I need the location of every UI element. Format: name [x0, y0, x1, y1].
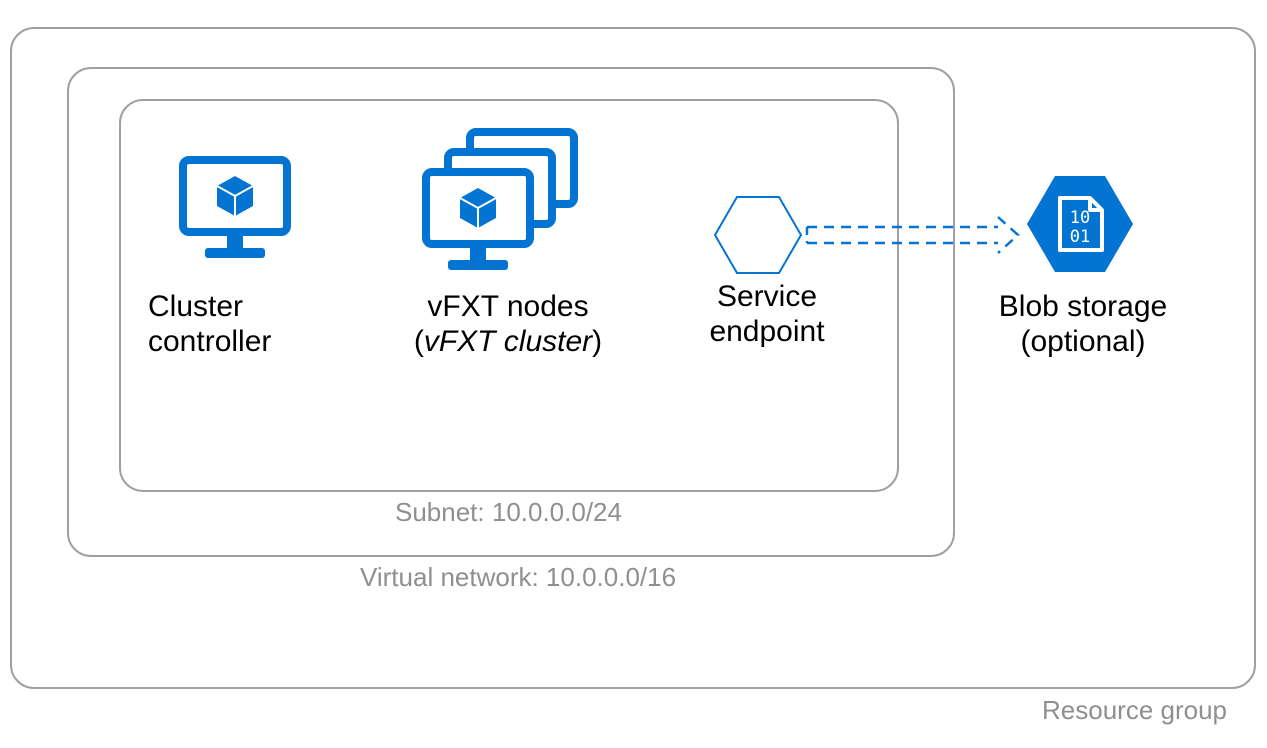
connection-arrow	[803, 215, 1023, 255]
vfxt-nodes-line2-open: (	[414, 325, 424, 358]
vfxt-nodes-line1: vFXT nodes	[427, 290, 588, 323]
resource-group-label: Resource group	[1042, 695, 1227, 726]
service-endpoint-label: Service endpoint	[682, 280, 852, 349]
cluster-controller-line1: Cluster	[148, 290, 243, 323]
subnet-label: Subnet: 10.0.0.0/24	[395, 497, 622, 528]
blob-storage-line2: (optional)	[1020, 325, 1145, 358]
virtual-network-label: Virtual network: 10.0.0.0/16	[360, 562, 676, 593]
blob-storage-label: Blob storage (optional)	[988, 290, 1178, 359]
vfxt-nodes-line2-close: )	[592, 325, 602, 358]
service-endpoint-icon	[713, 195, 803, 275]
cluster-controller-line2: controller	[148, 325, 271, 358]
vfxt-nodes-line2-italic: vFXT cluster	[424, 325, 592, 358]
blob-binary-top: 10	[1070, 208, 1090, 228]
vfxt-nodes-label: vFXT nodes (vFXT cluster)	[393, 290, 623, 359]
service-endpoint-line2: endpoint	[709, 315, 824, 348]
cluster-controller-icon	[175, 148, 295, 268]
cluster-controller-label: Cluster controller	[148, 290, 323, 359]
blob-storage-icon: 10 01	[1025, 174, 1135, 274]
blob-storage-line1: Blob storage	[999, 290, 1167, 323]
vfxt-nodes-icon	[418, 120, 588, 274]
service-endpoint-line1: Service	[717, 280, 817, 313]
blob-binary-bottom: 01	[1070, 227, 1090, 247]
